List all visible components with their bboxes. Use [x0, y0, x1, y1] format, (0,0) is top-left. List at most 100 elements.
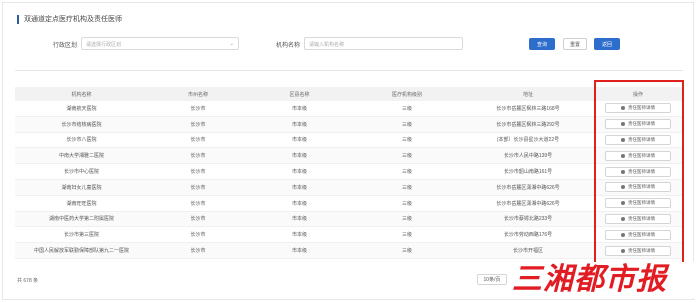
- doctor-details-button[interactable]: 责任医师详情: [605, 245, 671, 256]
- name-label: 机构名称: [276, 43, 301, 49]
- table-cell: 市本级: [291, 105, 307, 112]
- table-cell: 长沙市开福区: [512, 248, 543, 255]
- info-circle-icon: [621, 169, 625, 174]
- doctor-details-label: 责任医师详情: [628, 231, 655, 237]
- table-cell: 长沙市中心医院: [63, 169, 99, 176]
- doctor-details-button[interactable]: 责任医师详情: [605, 213, 671, 224]
- table-row: 长沙市第三医院 长沙市 市本级 三级 长沙市劳动西路176号 责任医师详情: [15, 227, 683, 244]
- doctor-details-button[interactable]: 责任医师详情: [605, 182, 671, 193]
- page-frame: 双通道定点医疗机构及责任医师 行政区划 请选择行政区划 ⌄ 机构名称 请输入机构…: [2, 2, 694, 300]
- info-circle-icon: [621, 137, 625, 142]
- table-cell: 湖南航天医院: [66, 105, 97, 112]
- table-cell: 长沙市: [190, 216, 206, 223]
- column-header: 操作: [632, 91, 643, 98]
- table-cell: 长沙市: [190, 169, 206, 176]
- doctor-details-label: 责任医师详情: [628, 105, 655, 111]
- name-input-placeholder: 请输入机构名称: [309, 42, 345, 48]
- table-cell: 三级: [401, 200, 412, 207]
- doctor-details-button[interactable]: 责任医师详情: [605, 134, 671, 145]
- doctor-details-button[interactable]: 责任医师详情: [605, 119, 671, 130]
- table-cell: 长沙市岳麓区潇湘中路626号: [496, 184, 560, 191]
- table-cell-actions: 责任医师详情: [593, 133, 683, 148]
- table-cell: 中国人民解放军联勤保障部队第九二一医院: [33, 248, 129, 255]
- table-cell: 三级: [401, 121, 412, 128]
- table-cell: 三级: [401, 153, 412, 160]
- table-row: 长沙市结核病医院 长沙市 市本级 三级 长沙市岳麓区枫林三路292号 责任医师详情: [15, 116, 683, 133]
- table-cell: 长沙市: [190, 184, 206, 191]
- watermark-text: 三湘都市报: [512, 262, 667, 297]
- table-cell: 三级: [401, 169, 412, 176]
- table-cell-actions: 责任医师详情: [593, 117, 683, 132]
- filter-row: 行政区划 请选择行政区划 ⌄ 机构名称 请输入机构名称 查询 重置 返回: [3, 37, 695, 51]
- column-header: 医疗机构级别: [391, 91, 422, 98]
- table-cell: 长沙市: [190, 248, 206, 255]
- doctor-details-label: 责任医师详情: [628, 200, 655, 206]
- table-cell: 市本级: [291, 169, 307, 176]
- table-cell: 市本级: [291, 216, 307, 223]
- reset-button[interactable]: 重置: [563, 38, 587, 50]
- doctor-details-label: 责任医师详情: [628, 121, 655, 127]
- doctor-details-button[interactable]: 责任医师详情: [605, 166, 671, 177]
- table-cell: 三级: [401, 105, 412, 112]
- region-select-placeholder: 请选择行政区划: [86, 42, 122, 48]
- table-row: 湖南中医药大学第二附属医院 长沙市 市本级 三级 长沙市蔡锷北路233号 责任医师详情: [15, 211, 683, 228]
- table-cell: 长沙市: [190, 105, 206, 112]
- doctor-details-button[interactable]: 责任医师详情: [605, 150, 671, 161]
- table-cell-actions: 责任医师详情: [593, 101, 683, 116]
- table-cell: 三级: [401, 137, 412, 144]
- doctor-details-button[interactable]: 责任医师详情: [605, 198, 671, 209]
- page-title: 双通道定点医疗机构及责任医师: [24, 16, 122, 23]
- table-cell: 长沙市岳麓区潇湘中路626号: [496, 200, 560, 207]
- doctor-details-label: 责任医师详情: [628, 247, 655, 253]
- table-cell: 长沙市八医院: [66, 137, 97, 144]
- title-accent-bar: [17, 14, 19, 24]
- table-cell: 市本级: [291, 137, 307, 144]
- table-header: 机构名称 市州名称 区县名称 医疗机构级别 地址 操作: [15, 87, 683, 101]
- table-cell: 长沙市结核病医院: [61, 121, 102, 128]
- doctor-details-button[interactable]: 责任医师详情: [605, 103, 671, 114]
- region-select[interactable]: 请选择行政区划 ⌄: [81, 37, 239, 50]
- column-header: 机构名称: [71, 91, 92, 98]
- table-cell: 市本级: [291, 232, 307, 239]
- doctor-details-label: 责任医师详情: [628, 215, 655, 221]
- page-size-select[interactable]: 10条/页: [477, 274, 507, 285]
- table-row: 湖南航天医院 长沙市 市本级 三级 长沙市岳麓区枫林三路168号 责任医师详情: [15, 101, 683, 117]
- table-row: 中国人民解放军联勤保障部队第九二一医院 长沙市 市本级 三级 长沙市开福区 责任医师详情: [15, 243, 683, 259]
- query-button[interactable]: 查询: [529, 38, 555, 50]
- table-cell: 长沙市: [190, 137, 206, 144]
- institution-table: 机构名称 市州名称 区县名称 医疗机构级别 地址 操作 湖南航天医院 长沙市 市本级…: [15, 87, 683, 259]
- table-cell: 市本级: [291, 184, 307, 191]
- doctor-details-label: 责任医师详情: [628, 136, 655, 142]
- table-cell: 市本级: [291, 200, 307, 207]
- total-count: 共 678 条: [17, 278, 39, 284]
- info-circle-icon: [621, 122, 625, 127]
- info-circle-icon: [621, 185, 625, 190]
- column-header: 市州名称: [187, 91, 208, 98]
- name-search-input[interactable]: 请输入机构名称: [304, 37, 463, 50]
- divider: [15, 70, 683, 71]
- table-cell: 三级: [401, 232, 412, 239]
- table-cell: 三级: [401, 216, 412, 223]
- column-header: 区县名称: [289, 91, 310, 98]
- table-cell: 湖南中医药大学第二附属医院: [48, 216, 114, 223]
- table-cell: 市本级: [291, 121, 307, 128]
- info-circle-icon: [621, 106, 625, 111]
- table-cell: 长沙市岳麓区枫林三路168号: [496, 105, 560, 112]
- table-cell: 长沙市第三医院: [63, 232, 99, 239]
- table-cell: 长沙市人民中路139号: [503, 153, 553, 160]
- info-circle-icon: [621, 232, 625, 237]
- table-row: 湖南妇女儿童医院 长沙市 市本级 三级 长沙市岳麓区潇湘中路626号 责任医师详情: [15, 179, 683, 196]
- info-circle-icon: [621, 248, 625, 253]
- back-button[interactable]: 返回: [594, 38, 620, 50]
- doctor-details-button[interactable]: 责任医师详情: [605, 229, 671, 240]
- doctor-details-label: 责任医师详情: [628, 184, 655, 190]
- table-cell-actions: 责任医师详情: [593, 243, 683, 258]
- table-cell-actions: 责任医师详情: [593, 180, 683, 195]
- table-cell: 湖南旺旺医院: [66, 200, 97, 207]
- table-cell-actions: 责任医师详情: [593, 148, 683, 163]
- doctor-details-label: 责任医师详情: [628, 168, 655, 174]
- newspaper-watermark-logo: 三湘都市报: [508, 262, 694, 298]
- table-row: 长沙市中心医院 长沙市 市本级 三级 长沙市韶山南路161号 责任医师详情: [15, 164, 683, 180]
- table-cell: 长沙市韶山南路161号: [503, 169, 553, 176]
- table-cell: 长沙市劳动西路176号: [503, 232, 553, 239]
